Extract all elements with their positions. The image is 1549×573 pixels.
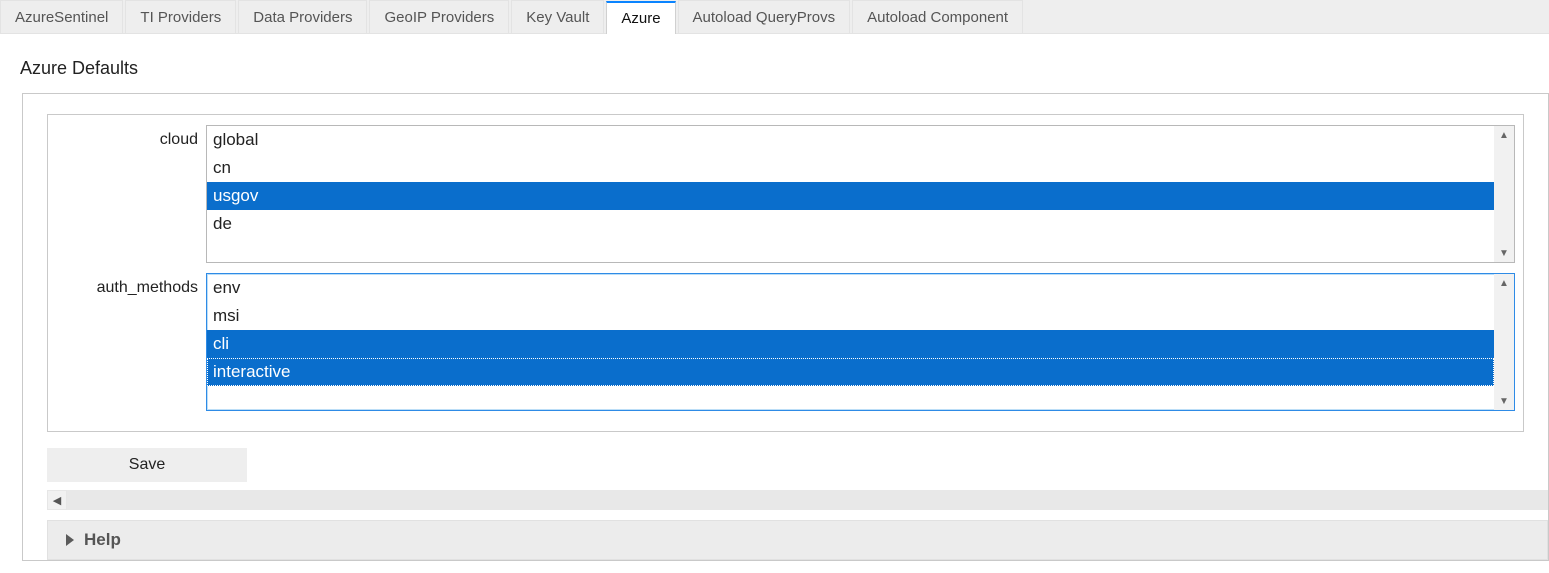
- label-cloud: cloud: [56, 125, 206, 149]
- option-auth-cli[interactable]: cli: [207, 330, 1494, 358]
- scroll-up-icon[interactable]: ▲: [1494, 126, 1514, 144]
- option-auth-interactive[interactable]: interactive: [207, 358, 1494, 386]
- listbox-auth-methods-options: env msi cli interactive: [207, 274, 1494, 410]
- scrollbar-auth-methods[interactable]: ▲ ▼: [1494, 274, 1514, 410]
- help-accordion[interactable]: Help: [47, 520, 1548, 560]
- tab-azure[interactable]: Azure: [606, 1, 675, 34]
- tab-autoload-queryprovs[interactable]: Autoload QueryProvs: [678, 0, 851, 33]
- tab-label: Autoload Component: [867, 9, 1008, 26]
- label-auth-methods: auth_methods: [56, 273, 206, 297]
- option-cloud-de[interactable]: de: [207, 210, 1494, 238]
- scroll-down-icon[interactable]: ▼: [1494, 392, 1514, 410]
- tab-ti-providers[interactable]: TI Providers: [125, 0, 236, 33]
- tab-label: Data Providers: [253, 9, 352, 26]
- section-title: Azure Defaults: [0, 34, 1549, 93]
- tab-data-providers[interactable]: Data Providers: [238, 0, 367, 33]
- tab-label: Autoload QueryProvs: [693, 9, 836, 26]
- tab-label: TI Providers: [140, 9, 221, 26]
- listbox-cloud-options: global cn usgov de: [207, 126, 1494, 262]
- tab-label: AzureSentinel: [15, 9, 108, 26]
- option-cloud-usgov[interactable]: usgov: [207, 182, 1494, 210]
- tab-label: Key Vault: [526, 9, 589, 26]
- tab-key-vault[interactable]: Key Vault: [511, 0, 604, 33]
- tab-autoload-component[interactable]: Autoload Component: [852, 0, 1023, 33]
- settings-panel: cloud global cn usgov de ▲ ▼ auth_method…: [22, 93, 1549, 561]
- tab-label: Azure: [621, 10, 660, 27]
- triangle-right-icon: [66, 534, 74, 546]
- save-button[interactable]: Save: [47, 448, 247, 482]
- option-auth-env[interactable]: env: [207, 274, 1494, 302]
- scroll-up-icon[interactable]: ▲: [1494, 274, 1514, 292]
- tab-azure-sentinel[interactable]: AzureSentinel: [0, 0, 123, 33]
- help-label: Help: [84, 530, 121, 550]
- listbox-auth-methods[interactable]: env msi cli interactive ▲ ▼: [206, 273, 1515, 411]
- scroll-track[interactable]: [67, 490, 1548, 510]
- tab-bar: AzureSentinel TI Providers Data Provider…: [0, 0, 1549, 34]
- row-auth-methods: auth_methods env msi cli interactive ▲ ▼: [56, 273, 1515, 411]
- scroll-left-icon[interactable]: ◀: [47, 490, 67, 510]
- tab-geoip-providers[interactable]: GeoIP Providers: [369, 0, 509, 33]
- option-auth-msi[interactable]: msi: [207, 302, 1494, 330]
- settings-form: cloud global cn usgov de ▲ ▼ auth_method…: [47, 114, 1524, 432]
- horizontal-scrollbar[interactable]: ◀: [47, 490, 1548, 510]
- listbox-cloud[interactable]: global cn usgov de ▲ ▼: [206, 125, 1515, 263]
- scrollbar-cloud[interactable]: ▲ ▼: [1494, 126, 1514, 262]
- scroll-down-icon[interactable]: ▼: [1494, 244, 1514, 262]
- option-cloud-global[interactable]: global: [207, 126, 1494, 154]
- option-cloud-cn[interactable]: cn: [207, 154, 1494, 182]
- row-cloud: cloud global cn usgov de ▲ ▼: [56, 125, 1515, 263]
- tab-label: GeoIP Providers: [384, 9, 494, 26]
